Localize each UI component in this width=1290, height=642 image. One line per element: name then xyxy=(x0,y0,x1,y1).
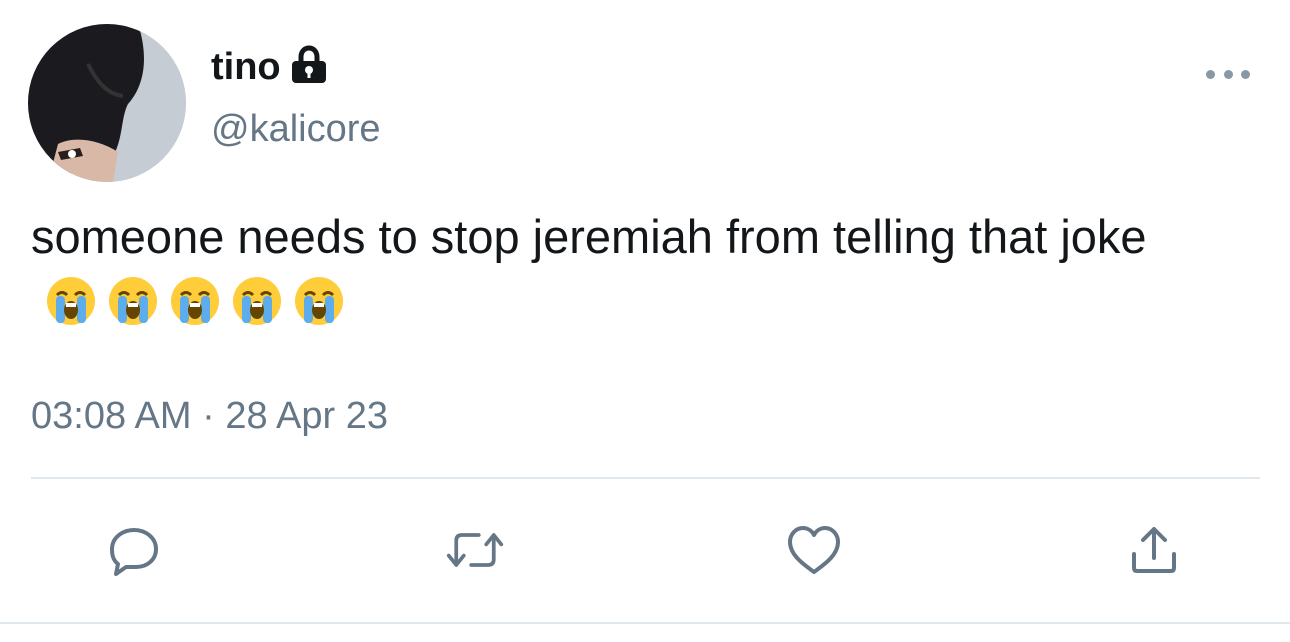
loudly-crying-face-emoji xyxy=(233,277,281,325)
emoji-row xyxy=(45,275,345,327)
tweet-body: someone needs to stop jeremiah from tell… xyxy=(31,210,1147,263)
more-dot xyxy=(1206,69,1215,79)
tweet-text: someone needs to stop jeremiah from tell… xyxy=(31,205,1281,333)
display-name-row: tino xyxy=(211,40,328,94)
retweet-icon xyxy=(446,533,504,567)
like-button[interactable] xyxy=(784,520,844,580)
more-dot xyxy=(1223,69,1233,79)
user-handle[interactable]: @kalicore xyxy=(211,108,381,151)
avatar[interactable] xyxy=(28,24,186,182)
share-icon xyxy=(1132,527,1176,573)
loudly-crying-face-emoji xyxy=(171,277,219,325)
reply-button[interactable] xyxy=(104,520,164,580)
more-dot xyxy=(1241,69,1250,79)
tweet-timestamp[interactable]: 03:08 AM · 28 Apr 23 xyxy=(31,395,388,438)
more-horizontal-icon[interactable] xyxy=(1206,64,1250,84)
share-button[interactable] xyxy=(1124,520,1184,580)
loudly-crying-face-emoji xyxy=(109,277,157,325)
bottom-divider xyxy=(0,622,1290,624)
display-name[interactable]: tino xyxy=(211,46,281,89)
divider xyxy=(31,477,1260,479)
loudly-crying-face-emoji xyxy=(47,277,95,325)
tweet-card: tino @kalicore someone needs to stop jer… xyxy=(0,0,1290,642)
retweet-button[interactable] xyxy=(445,520,505,580)
loudly-crying-face-emoji xyxy=(295,277,343,325)
heart-icon xyxy=(788,526,840,574)
reply-icon xyxy=(110,528,158,576)
lock-icon xyxy=(290,45,328,85)
